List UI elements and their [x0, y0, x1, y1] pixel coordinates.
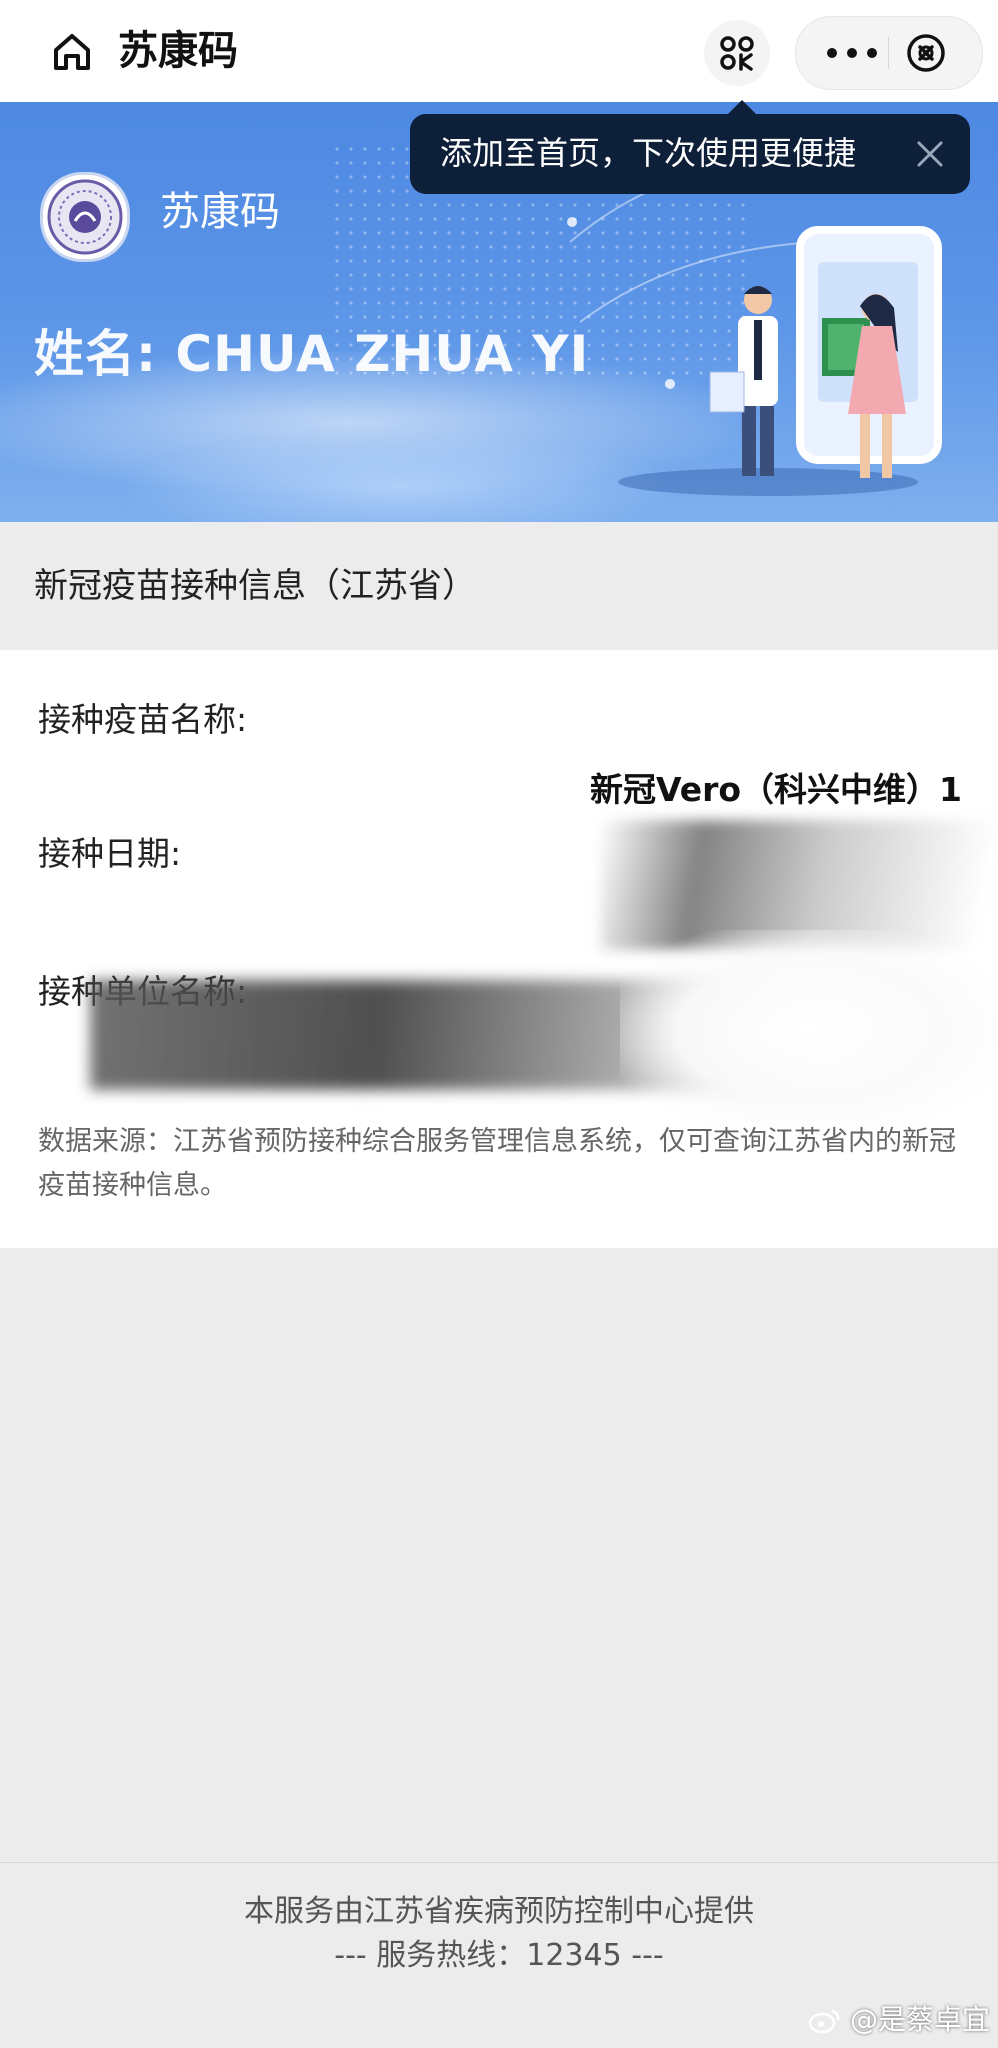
top-nav-bar: 苏康码	[0, 0, 998, 102]
capsule-divider	[888, 37, 889, 69]
redaction-smudge	[620, 930, 998, 1130]
weibo-icon	[808, 2009, 840, 2034]
weibo-watermark: @是蔡卓宜	[808, 2000, 990, 2040]
service-hotline-text: --- 服务热线：12345 ---	[334, 1938, 664, 1973]
vaccine-name-label: 接种疫苗名称:	[38, 700, 248, 739]
more-icon[interactable]	[820, 39, 884, 67]
banner-title: 苏康码	[160, 189, 280, 235]
tooltip-arrow	[728, 100, 756, 114]
nav-title: 苏康码	[118, 28, 238, 74]
vaccination-info-card: 接种疫苗名称: 新冠Vero（科兴中维）1 接种日期: 接种单位名称: 数据来源…	[0, 650, 998, 1248]
emblem-icon	[47, 179, 123, 255]
mini-program-capsule	[795, 16, 983, 90]
watermark-text: @是蔡卓宜	[849, 2003, 990, 2036]
data-source-note: 数据来源：江苏省预防接种综合服务管理信息系统，仅可查询江苏省内的新冠疫苗接种信息…	[38, 1126, 956, 1201]
emblem-logo	[40, 172, 130, 262]
section-header: 新冠疫苗接种信息（江苏省）	[0, 522, 998, 650]
home-icon[interactable]	[48, 28, 96, 76]
footer-divider	[0, 1862, 998, 1863]
vaccine-name-value: 新冠Vero（科兴中维）1	[589, 770, 962, 809]
service-provider-text: 本服务由江苏省疾病预防控制中心提供	[244, 1894, 754, 1929]
scan-icon	[720, 36, 754, 71]
close-circle-icon[interactable]	[904, 31, 948, 75]
tooltip-close-icon[interactable]	[912, 136, 948, 172]
scan-button[interactable]	[704, 20, 770, 86]
vaccination-date-label: 接种日期:	[38, 834, 182, 873]
holder-name: 姓名: CHUA ZHUA YI	[34, 325, 590, 383]
section-title: 新冠疫苗接种信息（江苏省）	[34, 566, 476, 606]
tooltip-text: 添加至首页，下次使用更便捷	[440, 134, 857, 172]
add-to-home-tooltip[interactable]: 添加至首页，下次使用更便捷	[410, 100, 970, 194]
